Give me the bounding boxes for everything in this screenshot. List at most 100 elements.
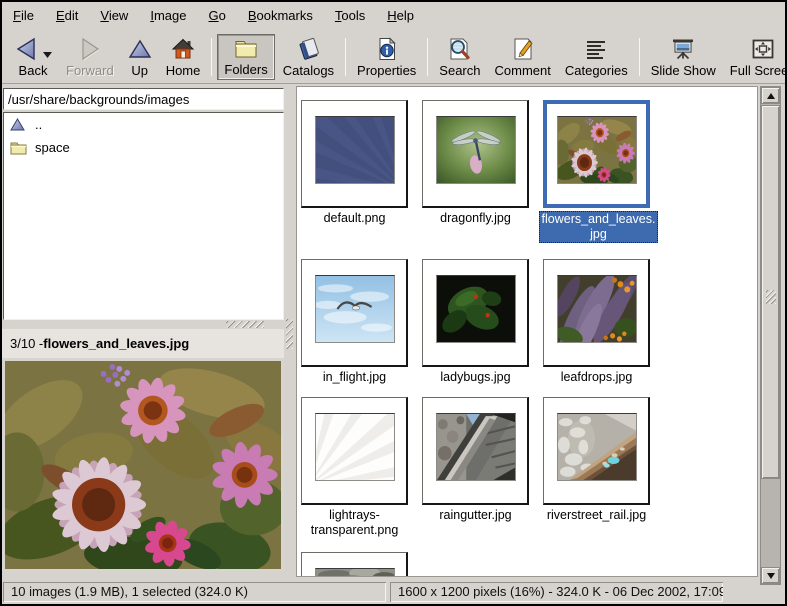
thumbnail-label[interactable]: riverstreet_rail.jpg <box>539 508 654 523</box>
down-arrow-icon <box>767 573 775 579</box>
toolbar-button-comment[interactable]: Comment <box>489 34 557 80</box>
thumbnail-image[interactable] <box>436 413 516 481</box>
folder-icon <box>10 140 28 155</box>
thumbnail-label[interactable]: flowers_and_leaves.jpg <box>539 211 658 243</box>
comment-icon <box>511 36 535 63</box>
categories-icon <box>583 36 609 63</box>
toolbar-button-label: Slide Show <box>651 63 716 78</box>
forward-icon <box>77 36 103 63</box>
thumbnail-card-partial[interactable] <box>301 552 408 577</box>
thumbnail-card-in-flight-jpg[interactable] <box>301 259 408 367</box>
toolbar-separator <box>427 38 428 76</box>
toolbar-button-folders[interactable]: Folders <box>217 34 274 80</box>
thumbnail-image[interactable] <box>557 275 637 343</box>
thumbnail-image[interactable] <box>557 413 637 481</box>
selected-filename: flowers_and_leaves.jpg <box>43 336 189 351</box>
thumbnail-card-flowers-and-leaves-jpg[interactable] <box>543 100 650 208</box>
menu-item-tools[interactable]: Tools <box>324 2 376 30</box>
toolbar-button-label: Folders <box>224 62 267 77</box>
scrollbar-grip-icon <box>766 290 776 304</box>
preview-image <box>2 358 284 571</box>
scrollbar-thumb[interactable] <box>761 105 780 479</box>
toolbar-button-label: Categories <box>565 63 628 78</box>
toolbar-button-search[interactable]: Search <box>433 34 486 80</box>
toolbar-button-catalogs[interactable]: Catalogs <box>277 34 340 80</box>
toolbar-button-up[interactable]: Up <box>122 34 158 80</box>
search-icon <box>447 36 473 63</box>
pane-splitter-vertical[interactable] <box>286 319 293 349</box>
thumbnail-image[interactable] <box>436 275 516 343</box>
thumbnail-grid: default.png dragonfly.jpg flowers_and_leav… <box>296 86 758 577</box>
folders-icon <box>233 37 259 62</box>
thumbnail-card-dragonfly-jpg[interactable] <box>422 100 529 208</box>
toolbar: Back Forward Up Home Folders Catalogs Properti… <box>2 30 785 84</box>
toolbar-separator <box>345 38 346 76</box>
up-dir-icon <box>10 117 28 132</box>
vertical-scrollbar[interactable] <box>760 86 781 585</box>
thumbnail-card-default-png[interactable] <box>301 100 408 208</box>
thumbnail-card-riverstreet-rail-jpg[interactable] <box>543 397 650 505</box>
gthumb-window: FileEditViewImageGoBookmarksToolsHelp Ba… <box>0 0 787 606</box>
toolbar-button-forward[interactable]: Forward <box>60 34 120 80</box>
properties-icon <box>375 36 399 63</box>
up-icon <box>128 36 152 63</box>
thumbnail-image[interactable] <box>315 413 395 481</box>
folder-item-parent[interactable]: .. <box>4 113 283 136</box>
thumbnail-image[interactable] <box>436 116 516 184</box>
thumbnail-image[interactable] <box>315 116 395 184</box>
menu-bar: FileEditViewImageGoBookmarksToolsHelp <box>2 2 785 30</box>
toolbar-button-label: Full Screen <box>730 63 787 78</box>
up-arrow-icon <box>767 93 775 99</box>
thumbnail-card-raingutter-jpg[interactable] <box>422 397 529 505</box>
toolbar-button-label: Search <box>439 63 480 78</box>
menu-item-go[interactable]: Go <box>197 2 236 30</box>
thumbnail-label[interactable]: raingutter.jpg <box>418 508 533 523</box>
back-icon <box>14 36 52 63</box>
menu-item-file[interactable]: File <box>2 2 45 30</box>
image-counter-label: 3/10 - flowers_and_leaves.jpg <box>2 329 284 358</box>
toolbar-button-label: Forward <box>66 63 114 78</box>
menu-item-image[interactable]: Image <box>139 2 197 30</box>
toolbar-button-full-screen[interactable]: Full Screen <box>724 34 787 80</box>
fullscreen-icon <box>751 36 775 63</box>
toolbar-button-back[interactable]: Back <box>8 34 58 80</box>
toolbar-button-label: Properties <box>357 63 416 78</box>
thumbnail-label[interactable]: dragonfly.jpg <box>418 211 533 226</box>
image-position: 3/10 - <box>10 336 43 351</box>
thumbnail-card-leafdrops-jpg[interactable] <box>543 259 650 367</box>
dropdown-caret-icon[interactable] <box>43 52 52 58</box>
home-icon <box>171 36 195 63</box>
thumbnail-image[interactable] <box>315 275 395 343</box>
folder-item-label: space <box>35 140 70 155</box>
thumbnail-image[interactable] <box>315 568 395 577</box>
thumbnail-label[interactable]: in_flight.jpg <box>297 370 412 385</box>
menu-item-bookmarks[interactable]: Bookmarks <box>237 2 324 30</box>
toolbar-separator <box>211 38 212 76</box>
folder-item-label: .. <box>35 117 42 132</box>
toolbar-button-home[interactable]: Home <box>160 34 207 80</box>
thumbnail-card-lightrays-transparent-png[interactable] <box>301 397 408 505</box>
thumbnail-label[interactable]: lightrays-transparent.png <box>297 508 412 538</box>
toolbar-button-label: Home <box>166 63 201 78</box>
menu-item-view[interactable]: View <box>89 2 139 30</box>
menu-item-edit[interactable]: Edit <box>45 2 89 30</box>
pane-splitter-horizontal[interactable] <box>226 321 264 328</box>
thumbnail-image[interactable] <box>557 116 637 184</box>
toolbar-separator <box>639 38 640 76</box>
scroll-up-button[interactable] <box>761 87 780 104</box>
slideshow-icon <box>670 36 696 63</box>
toolbar-button-slide-show[interactable]: Slide Show <box>645 34 722 80</box>
thumbnail-label[interactable]: ladybugs.jpg <box>418 370 533 385</box>
toolbar-button-label: Catalogs <box>283 63 334 78</box>
toolbar-button-categories[interactable]: Categories <box>559 34 634 80</box>
toolbar-button-label: Back <box>19 63 48 78</box>
thumbnail-label[interactable]: default.png <box>297 211 412 226</box>
folder-item-space[interactable]: space <box>4 136 283 159</box>
menu-item-help[interactable]: Help <box>376 2 425 30</box>
path-input[interactable] <box>3 88 284 110</box>
toolbar-button-properties[interactable]: Properties <box>351 34 422 80</box>
thumbnail-label[interactable]: leafdrops.jpg <box>539 370 654 385</box>
thumbnail-card-ladybugs-jpg[interactable] <box>422 259 529 367</box>
status-right: 1600 x 1200 pixels (16%) - 324.0 K - 06 … <box>390 582 723 602</box>
scroll-down-button[interactable] <box>761 567 780 584</box>
